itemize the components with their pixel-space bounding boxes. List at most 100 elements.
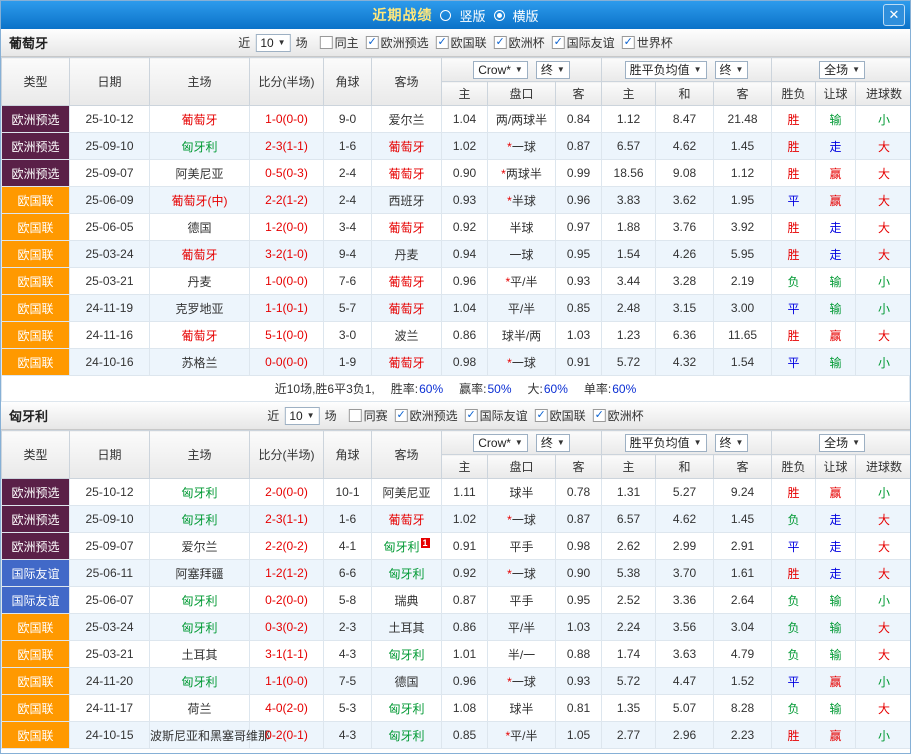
match-row: 国际友谊25-06-07匈牙利0-2(0-0)5-8瑞典0.87平手0.952.… <box>2 587 911 614</box>
unchecked-checkbox-icon <box>320 36 333 49</box>
sub-goals: 进球数 <box>856 82 911 106</box>
filter-checkbox[interactable]: 同主 <box>320 34 359 51</box>
match-date: 24-10-15 <box>70 722 150 749</box>
away-team: 葡萄牙 <box>372 506 442 533</box>
filter-checkbox-label: 欧洲预选 <box>381 34 429 51</box>
away-team: 葡萄牙 <box>372 133 442 160</box>
checked-checkbox-icon: ✓ <box>436 36 449 49</box>
handicap: 平/半 <box>488 614 556 641</box>
odds-final-select[interactable]: 终▼ <box>536 434 570 452</box>
corners: 2-4 <box>324 160 372 187</box>
average-final-select[interactable]: 终▼ <box>715 434 749 452</box>
handicap: *半球 <box>488 187 556 214</box>
match-row: 欧洲预选25-09-10匈牙利2-3(1-1)1-6葡萄牙1.02*一球0.87… <box>2 506 911 533</box>
corners: 3-0 <box>324 322 372 349</box>
sub-odds-away: 客 <box>556 82 602 106</box>
avg-home-odds: 3.83 <box>602 187 656 214</box>
avg-home-odds: 5.72 <box>602 349 656 376</box>
away-team: 葡萄牙 <box>372 349 442 376</box>
filter-checkbox[interactable]: ✓世界杯 <box>622 34 673 51</box>
league-type: 欧国联 <box>2 668 70 695</box>
titlebar: 近期战绩 竖版 横版 ✕ <box>1 1 910 29</box>
match-count-select[interactable]: 10▼ <box>284 407 319 425</box>
avg-draw-odds: 3.56 <box>656 614 714 641</box>
odds-away: 0.95 <box>556 241 602 268</box>
summary-win-rate: 胜率:60% <box>391 380 443 397</box>
odds-company-value: Crow* <box>478 436 511 450</box>
sub-avg-away: 客 <box>714 455 772 479</box>
corners: 7-6 <box>324 268 372 295</box>
handicap: *平/半 <box>488 722 556 749</box>
odds-away: 0.93 <box>556 268 602 295</box>
avg-home-odds: 5.72 <box>602 668 656 695</box>
horizontal-layout-label[interactable]: 横版 <box>513 6 539 25</box>
avg-home-odds: 2.62 <box>602 533 656 560</box>
vertical-layout-label[interactable]: 竖版 <box>459 6 485 25</box>
odds-home: 1.08 <box>442 695 488 722</box>
avg-home-odds: 18.56 <box>602 160 656 187</box>
home-team: 匈牙利 <box>150 506 250 533</box>
home-team: 波斯尼亚和黑塞哥维那 <box>150 722 250 749</box>
vertical-layout-radio[interactable] <box>440 10 451 21</box>
chevron-down-icon: ▼ <box>278 38 286 47</box>
match-row: 欧国联25-03-21土耳其3-1(1-1)4-3匈牙利1.01半/一0.881… <box>2 641 911 668</box>
odds-home: 0.86 <box>442 614 488 641</box>
goals-result: 大 <box>856 241 911 268</box>
sub-odds-home: 主 <box>442 82 488 106</box>
filter-checkbox[interactable]: ✓欧洲杯 <box>494 34 545 51</box>
odds-company-select[interactable]: Crow*▼ <box>473 434 528 452</box>
handicap: 半/一 <box>488 641 556 668</box>
score: 1-1(0-1) <box>250 295 324 322</box>
league-type: 欧国联 <box>2 268 70 295</box>
away-team: 瑞典 <box>372 587 442 614</box>
horizontal-layout-radio[interactable] <box>494 10 505 21</box>
match-date: 25-06-11 <box>70 560 150 587</box>
group-fulltime: 全场▼ <box>772 431 911 455</box>
col-away: 客场 <box>372 58 442 106</box>
odds-home: 1.02 <box>442 133 488 160</box>
fulltime-select[interactable]: 全场▼ <box>819 61 865 79</box>
filter-checkbox[interactable]: ✓国际友谊 <box>465 407 528 424</box>
score: 1-0(0-0) <box>250 106 324 133</box>
odds-company-select[interactable]: Crow*▼ <box>473 61 528 79</box>
stat-value: 60% <box>419 382 443 396</box>
filter-checkbox[interactable]: ✓欧洲杯 <box>593 407 644 424</box>
match-date: 25-10-12 <box>70 106 150 133</box>
match-row: 欧国联24-11-19克罗地亚1-1(0-1)5-7葡萄牙1.04平/半0.85… <box>2 295 911 322</box>
filter-checkbox[interactable]: ✓欧洲预选 <box>395 407 458 424</box>
odds-home: 1.04 <box>442 106 488 133</box>
filter-checkbox[interactable]: ✓欧国联 <box>535 407 586 424</box>
filter-checkbox[interactable]: 同赛 <box>349 407 388 424</box>
match-row: 欧洲预选25-10-12葡萄牙1-0(0-0)9-0爱尔兰1.04两/两球半0.… <box>2 106 911 133</box>
avg-away-odds: 2.91 <box>714 533 772 560</box>
match-count-select[interactable]: 10▼ <box>255 34 290 52</box>
odds-company-value: Crow* <box>478 63 511 77</box>
average-final-value: 终 <box>720 434 732 451</box>
window-title: 近期战绩 <box>372 5 432 25</box>
goals-result: 大 <box>856 133 911 160</box>
filter-checkbox[interactable]: ✓国际友谊 <box>552 34 615 51</box>
goals-result: 小 <box>856 587 911 614</box>
filter-checkbox-label: 世界杯 <box>637 34 673 51</box>
result: 平 <box>772 668 816 695</box>
filter-checkbox[interactable]: ✓欧洲预选 <box>366 34 429 51</box>
average-final-select[interactable]: 终▼ <box>715 61 749 79</box>
score: 2-3(1-1) <box>250 506 324 533</box>
close-button[interactable]: ✕ <box>883 4 905 26</box>
corners: 4-1 <box>324 533 372 560</box>
away-team: 土耳其 <box>372 614 442 641</box>
odds-away: 0.91 <box>556 349 602 376</box>
summary-odd-rate: 单率:60% <box>584 380 636 397</box>
average-select[interactable]: 胜平负均值▼ <box>625 434 707 452</box>
score: 1-1(0-0) <box>250 668 324 695</box>
home-team: 德国 <box>150 214 250 241</box>
handicap-result: 赢 <box>816 187 856 214</box>
away-team: 德国 <box>372 668 442 695</box>
filter-checkbox[interactable]: ✓欧国联 <box>436 34 487 51</box>
avg-draw-odds: 4.62 <box>656 506 714 533</box>
score: 2-0(0-0) <box>250 479 324 506</box>
avg-draw-odds: 3.15 <box>656 295 714 322</box>
fulltime-select[interactable]: 全场▼ <box>819 434 865 452</box>
average-select[interactable]: 胜平负均值▼ <box>625 61 707 79</box>
odds-final-select[interactable]: 终▼ <box>536 61 570 79</box>
